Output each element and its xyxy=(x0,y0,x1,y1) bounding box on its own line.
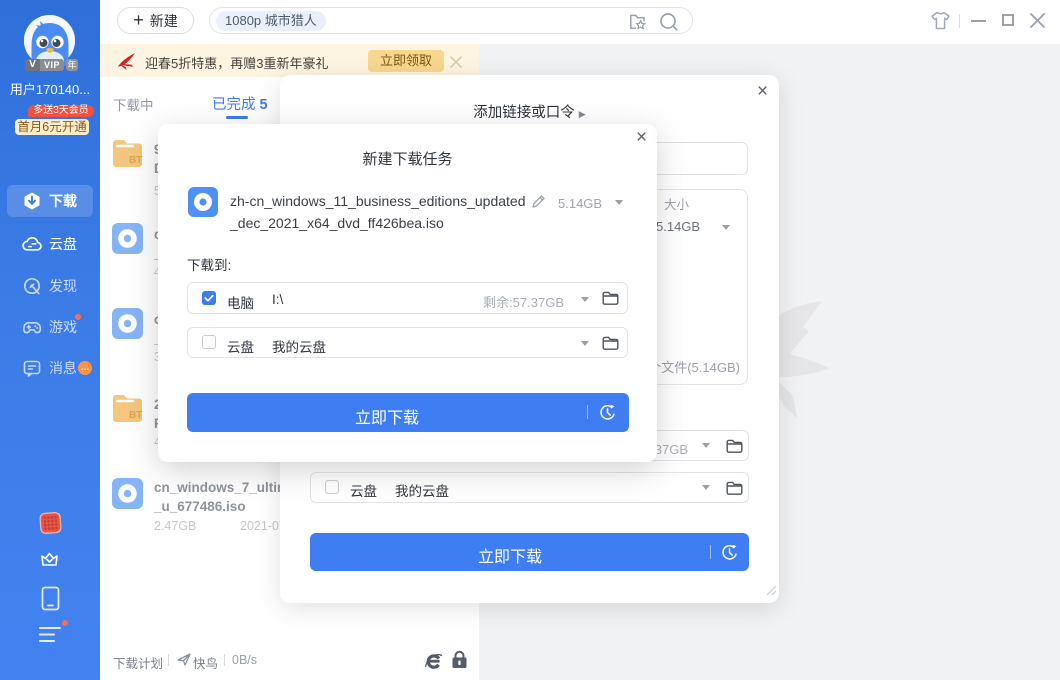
svg-text:BT: BT xyxy=(129,155,142,166)
svg-text:BT: BT xyxy=(129,410,142,421)
